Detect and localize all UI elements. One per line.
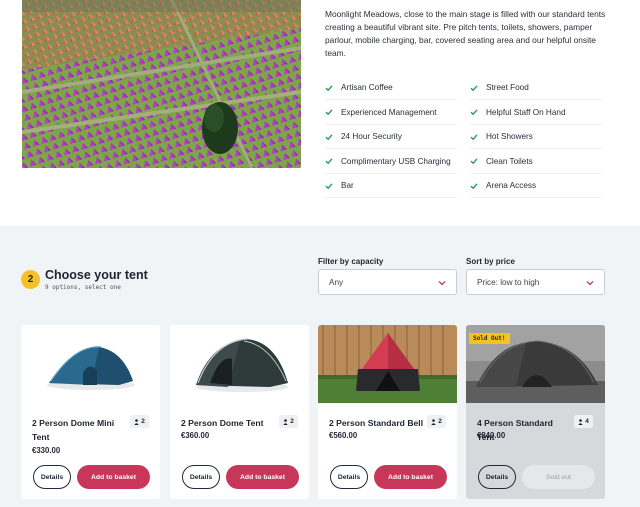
chevron-down-icon (438, 281, 446, 286)
tent-price: €840.00 (477, 431, 506, 440)
sort-select[interactable]: Price: low to high (466, 269, 605, 295)
amenity-item: Clean Toilets (470, 150, 602, 174)
tent-card: 2 Person Dome Tent 2 €360.00 Details Add… (170, 325, 309, 499)
add-to-basket-button[interactable]: Add to basket (226, 465, 299, 489)
capacity-badge: 4 (574, 415, 593, 428)
tent-image (318, 325, 457, 403)
campsite-description: Moonlight Meadows, close to the main sta… (325, 9, 606, 58)
tent-name: 2 Person Standard Bell (329, 418, 424, 428)
tent-card: 2 Person Dome Mini Tent 2 €330.00 Detail… (21, 325, 160, 499)
tent-price: €560.00 (329, 431, 358, 440)
section-title: Choose your tent (45, 268, 148, 282)
amenity-item: Bar (325, 174, 457, 198)
tent-price: €330.00 (32, 446, 61, 455)
capacity-badge: 2 (130, 415, 149, 428)
sold-out-badge: Sold Out! (469, 333, 510, 344)
details-button[interactable]: Details (182, 465, 220, 489)
capacity-badge: 2 (279, 415, 298, 428)
amenity-item: Artisan Coffee (325, 76, 457, 100)
amenity-item: Arena Access (470, 174, 602, 198)
amenity-item: Experienced Management (325, 101, 457, 125)
person-icon (578, 418, 583, 425)
check-icon (325, 84, 333, 91)
amenity-item: Helpful Staff On Hand (470, 101, 602, 125)
tent-name: 2 Person Dome Tent (181, 418, 264, 428)
check-icon (470, 109, 478, 116)
amenity-item: Complimentary USB Charging (325, 150, 457, 174)
capacity-filter-label: Filter by capacity (318, 257, 384, 266)
check-icon (470, 158, 478, 165)
check-icon (325, 158, 333, 165)
check-icon (470, 182, 478, 189)
tent-image: Sold Out! (466, 325, 605, 403)
check-icon (325, 182, 333, 189)
tent-image (21, 325, 160, 403)
campsite-hero-image (22, 0, 301, 168)
person-icon (134, 418, 139, 425)
person-icon (431, 418, 436, 425)
details-button[interactable]: Details (33, 465, 71, 489)
capacity-filter-value: Any (329, 277, 344, 287)
check-icon (325, 109, 333, 116)
tent-name: 2 Person Dome Mini Tent (32, 418, 115, 442)
details-button[interactable]: Details (330, 465, 368, 489)
amenity-item: Hot Showers (470, 125, 602, 149)
amenity-item: Street Food (470, 76, 602, 100)
check-icon (325, 133, 333, 140)
check-icon (470, 84, 478, 91)
add-to-basket-button[interactable]: Add to basket (374, 465, 447, 489)
capacity-badge: 2 (427, 415, 446, 428)
details-button[interactable]: Details (478, 465, 516, 489)
campsite-intro: Moonlight Meadows, close to the main sta… (0, 0, 640, 226)
person-icon (283, 418, 288, 425)
sort-label: Sort by price (466, 257, 515, 266)
tent-price: €360.00 (181, 431, 210, 440)
tent-image (170, 325, 309, 403)
tent-chooser: 2 Choose your tent 9 options, select one… (0, 226, 640, 507)
tent-card: 2 Person Standard Bell 2 €560.00 Details… (318, 325, 457, 499)
amenity-item: 24 Hour Security (325, 125, 457, 149)
tent-card: Sold Out! 4 Person Standard Tent 4 €840.… (466, 325, 605, 499)
capacity-filter-select[interactable]: Any (318, 269, 457, 295)
section-subtitle: 9 options, select one (45, 284, 121, 291)
step-number-badge: 2 (21, 270, 40, 289)
sort-value: Price: low to high (477, 277, 540, 287)
chevron-down-icon (586, 281, 594, 286)
add-to-basket-button[interactable]: Add to basket (77, 465, 150, 489)
check-icon (470, 133, 478, 140)
sold-out-button: Sold out (522, 465, 595, 489)
